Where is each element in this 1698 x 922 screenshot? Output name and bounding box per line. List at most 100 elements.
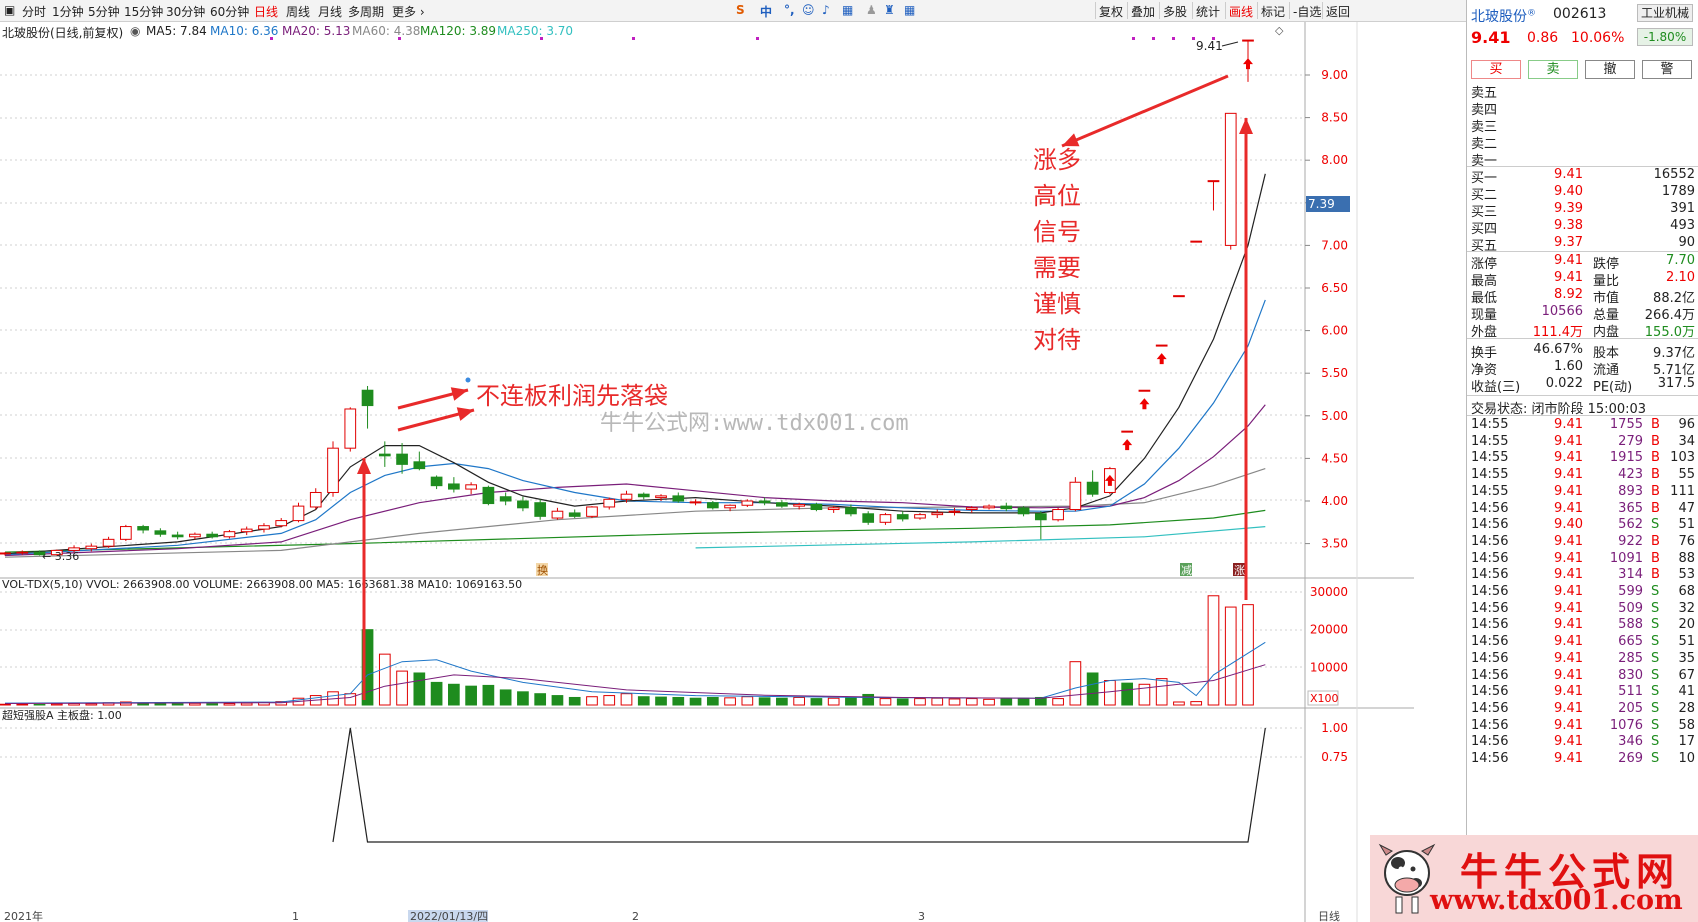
panel-toggle-icon[interactable]: ▣ xyxy=(4,3,15,17)
chart-title: 北玻股份(日线,前复权) xyxy=(2,26,124,40)
tool-3[interactable]: 统计 xyxy=(1196,3,1220,20)
volume-bar xyxy=(845,697,857,706)
period-tab-4[interactable]: 30分钟 xyxy=(166,3,205,20)
tick-time: 14:56 xyxy=(1471,584,1509,599)
stat-value: 1.60 xyxy=(1554,359,1583,374)
candle-body xyxy=(0,552,11,555)
stat-value: 8.92 xyxy=(1554,287,1583,302)
volume-bar xyxy=(620,693,633,706)
candle-body xyxy=(344,408,357,449)
tick-count: 34 xyxy=(1678,433,1695,449)
volume-bar xyxy=(776,697,788,706)
tick-volume: 893 xyxy=(1618,483,1643,499)
tick-price: 9.41 xyxy=(1554,450,1583,466)
volume-bar xyxy=(1207,595,1220,706)
tool-6[interactable]: -自选 xyxy=(1293,3,1321,20)
period-tab-2[interactable]: 5分钟 xyxy=(88,3,120,20)
tick-price: 9.41 xyxy=(1554,467,1583,483)
tick-volume: 314 xyxy=(1618,567,1643,583)
buy-level-volume: 90 xyxy=(1678,235,1695,250)
punct-icon[interactable]: °, xyxy=(784,3,795,17)
settings-icon[interactable]: ◉ xyxy=(130,24,140,38)
tool-5[interactable]: 标记 xyxy=(1261,3,1285,20)
period-tab-9[interactable]: 多周期 xyxy=(348,3,384,20)
tool-2[interactable]: 多股 xyxy=(1163,3,1187,20)
candle-body xyxy=(879,514,892,523)
candle-body xyxy=(1034,513,1047,521)
tick-time: 14:55 xyxy=(1471,433,1509,449)
period-tab-3[interactable]: 15分钟 xyxy=(124,3,163,20)
candle-body xyxy=(1121,430,1134,433)
tick-price: 9.41 xyxy=(1554,751,1583,766)
stat-value: 9.41 xyxy=(1554,253,1583,268)
period-tab-0[interactable]: 分时 xyxy=(22,3,46,20)
tick-time: 14:55 xyxy=(1471,450,1509,466)
period-tab-7[interactable]: 周线 xyxy=(286,3,310,20)
tick-count: 28 xyxy=(1678,700,1695,716)
candle-body xyxy=(223,531,236,538)
candle-body xyxy=(810,503,823,511)
emoji-icon[interactable]: ☺ xyxy=(802,3,815,17)
candle-body xyxy=(534,502,547,517)
candle-body xyxy=(85,545,98,550)
period-tab-6[interactable]: 日线 xyxy=(254,3,278,20)
tick-price: 9.41 xyxy=(1554,684,1583,700)
tool-1[interactable]: 叠加 xyxy=(1131,3,1155,20)
candle-body xyxy=(361,389,374,407)
indicator-legend: 超短强股A 主板盘: 1.00 xyxy=(2,708,122,722)
price-tick: 9.00 xyxy=(1321,68,1348,82)
candle-body xyxy=(413,461,426,470)
volume-bar xyxy=(499,689,512,706)
tick-time: 14:56 xyxy=(1471,667,1509,683)
tick-price: 9.41 xyxy=(1554,417,1583,432)
tick-count: 96 xyxy=(1678,417,1695,432)
price-change-pct: 10.06% xyxy=(1571,30,1625,46)
chinese-input-icon[interactable]: 中 xyxy=(760,3,772,20)
cancel-order-button[interactable]: 撤 xyxy=(1585,60,1635,79)
volume-bar xyxy=(482,684,495,706)
tick-time: 14:55 xyxy=(1471,417,1509,432)
tools-icon[interactable]: ♟ xyxy=(866,3,877,17)
stat-value: 7.70 xyxy=(1666,253,1695,268)
period-tab-8[interactable]: 月线 xyxy=(318,3,342,20)
tick-price: 9.41 xyxy=(1554,667,1583,683)
volume-bar xyxy=(862,693,875,706)
buy-button[interactable]: 买 xyxy=(1471,60,1521,79)
alert-button[interactable]: 警 xyxy=(1642,60,1692,79)
high-price-label: 9.41 xyxy=(1196,39,1223,53)
sell-button[interactable]: 卖 xyxy=(1528,60,1578,79)
candle-body xyxy=(16,551,29,554)
volume-bar xyxy=(1017,697,1030,706)
kline-chart[interactable]: 9.008.508.007.507.006.506.005.505.004.50… xyxy=(0,0,1466,922)
candle-body xyxy=(965,507,978,511)
candle-body xyxy=(154,530,167,535)
grid-icon[interactable]: ▦ xyxy=(904,3,915,17)
price-tick: 7.00 xyxy=(1321,238,1348,252)
tool-0[interactable]: 复权 xyxy=(1099,3,1123,20)
volume-bar xyxy=(827,697,840,706)
volume-tick: 10000 xyxy=(1310,660,1348,674)
tool-4[interactable]: 画线 xyxy=(1229,3,1253,20)
period-tab-1[interactable]: 1分钟 xyxy=(52,3,84,20)
keyboard-icon[interactable]: ▦ xyxy=(842,3,853,17)
tool-7[interactable]: 返回 xyxy=(1326,3,1350,20)
stock-name[interactable]: 北玻股份® xyxy=(1471,6,1536,26)
tick-count: 55 xyxy=(1678,467,1695,483)
mic-icon[interactable]: ♪ xyxy=(822,3,830,17)
period-tab-10[interactable]: 更多 › xyxy=(392,3,425,20)
skin-icon[interactable]: ♜ xyxy=(884,3,895,17)
volume-bar xyxy=(741,696,754,706)
x-axis-label: 2 xyxy=(632,910,639,922)
sogou-icon[interactable]: S xyxy=(736,3,745,17)
tick-time: 14:55 xyxy=(1471,483,1509,499)
ma60-label: MA60: 4.38 xyxy=(352,24,421,38)
candle-body xyxy=(309,491,322,508)
tick-volume: 365 xyxy=(1618,500,1643,516)
tick-time: 14:56 xyxy=(1471,634,1509,650)
candle-body xyxy=(931,512,944,516)
period-tab-5[interactable]: 60分钟 xyxy=(210,3,249,20)
price-change: 0.86 xyxy=(1527,30,1559,46)
tick-volume: 346 xyxy=(1618,734,1643,750)
tick-time: 14:56 xyxy=(1471,517,1509,533)
industry-tag[interactable]: 工业机械 xyxy=(1637,4,1693,22)
